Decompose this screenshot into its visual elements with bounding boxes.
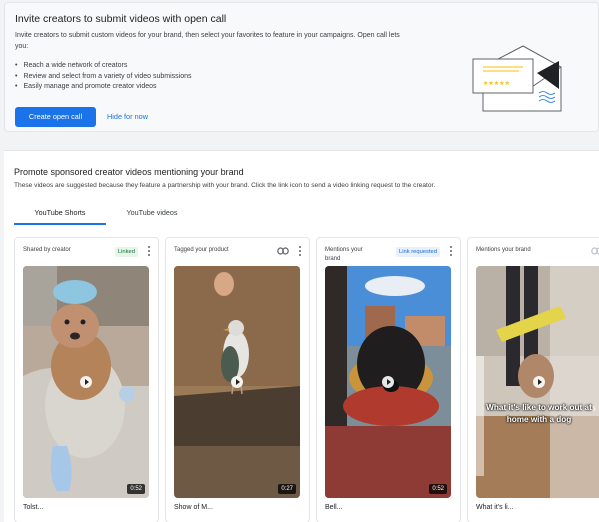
- list-item: Review and select from a variety of vide…: [15, 72, 191, 83]
- link-requested-badge: Link requested: [395, 247, 440, 257]
- video-title: Show of M...: [174, 504, 213, 511]
- more-options-icon[interactable]: [449, 246, 453, 257]
- list-item: Easily manage and promote creator videos: [15, 82, 192, 93]
- video-card[interactable]: Tagged your product 0:27 Show of M...: [165, 237, 310, 522]
- video-thumbnail[interactable]: 0:27: [174, 266, 300, 498]
- card-source-label: Mentions your brand: [476, 247, 531, 253]
- open-call-card: Invite creators to submit videos with op…: [4, 2, 599, 132]
- video-card[interactable]: Shared by creator Linked 0:52 Tolst...: [14, 237, 159, 522]
- tab-youtube-videos[interactable]: YouTube videos: [114, 207, 190, 218]
- more-options-icon[interactable]: [147, 246, 151, 257]
- tab-youtube-shorts[interactable]: YouTube Shorts: [14, 207, 106, 225]
- envelope-icon: ★★★★★: [472, 45, 562, 112]
- video-thumbnail[interactable]: 0:52: [23, 266, 149, 498]
- open-call-benefits-list: Reach a wide network of creators Review …: [15, 61, 192, 93]
- play-icon[interactable]: [533, 376, 545, 388]
- promote-section-title: Promote sponsored creator videos mention…: [14, 167, 244, 177]
- linked-badge: Linked: [114, 247, 138, 257]
- video-overlay-text: What it's like to work out at home with …: [486, 403, 592, 424]
- more-options-icon[interactable]: [298, 246, 302, 257]
- video-title: Tolst...: [23, 504, 44, 511]
- svg-text:★★★★★: ★★★★★: [483, 80, 510, 87]
- video-thumbnail[interactable]: What it's like to work out at home with …: [476, 266, 599, 498]
- card-source-label: Shared by creator: [23, 247, 71, 253]
- video-card[interactable]: Mentions your brand What it's like to wo…: [467, 237, 599, 522]
- list-item: Reach a wide network of creators: [15, 61, 192, 72]
- video-card[interactable]: Mentions your brand Link requested 0:52 …: [316, 237, 461, 522]
- video-duration: 0:52: [127, 484, 145, 494]
- promote-videos-section: Promote sponsored creator videos mention…: [4, 150, 599, 522]
- hide-for-now-link[interactable]: Hide for now: [107, 107, 148, 127]
- video-duration: 0:27: [278, 484, 296, 494]
- link-icon[interactable]: [277, 247, 289, 255]
- link-icon[interactable]: [591, 247, 599, 255]
- page: Invite creators to submit videos with op…: [0, 0, 599, 522]
- video-title: What it's li...: [476, 504, 514, 511]
- play-icon[interactable]: [231, 376, 243, 388]
- open-call-title: Invite creators to submit videos with op…: [15, 13, 227, 25]
- create-open-call-button[interactable]: Create open call: [15, 107, 96, 127]
- play-icon[interactable]: [80, 376, 92, 388]
- promote-section-description: These videos are suggested because they …: [14, 182, 436, 189]
- card-source-label: Tagged your product: [174, 247, 229, 253]
- video-thumbnail[interactable]: 0:52: [325, 266, 451, 498]
- video-duration: 0:52: [429, 484, 447, 494]
- play-icon[interactable]: [382, 376, 394, 388]
- video-title: Bell...: [325, 504, 343, 511]
- open-call-description: Invite creators to submit custom videos …: [15, 32, 400, 50]
- card-source-label: Mentions your brand: [325, 247, 363, 262]
- chevron-right-icon[interactable]: ›: [592, 401, 596, 415]
